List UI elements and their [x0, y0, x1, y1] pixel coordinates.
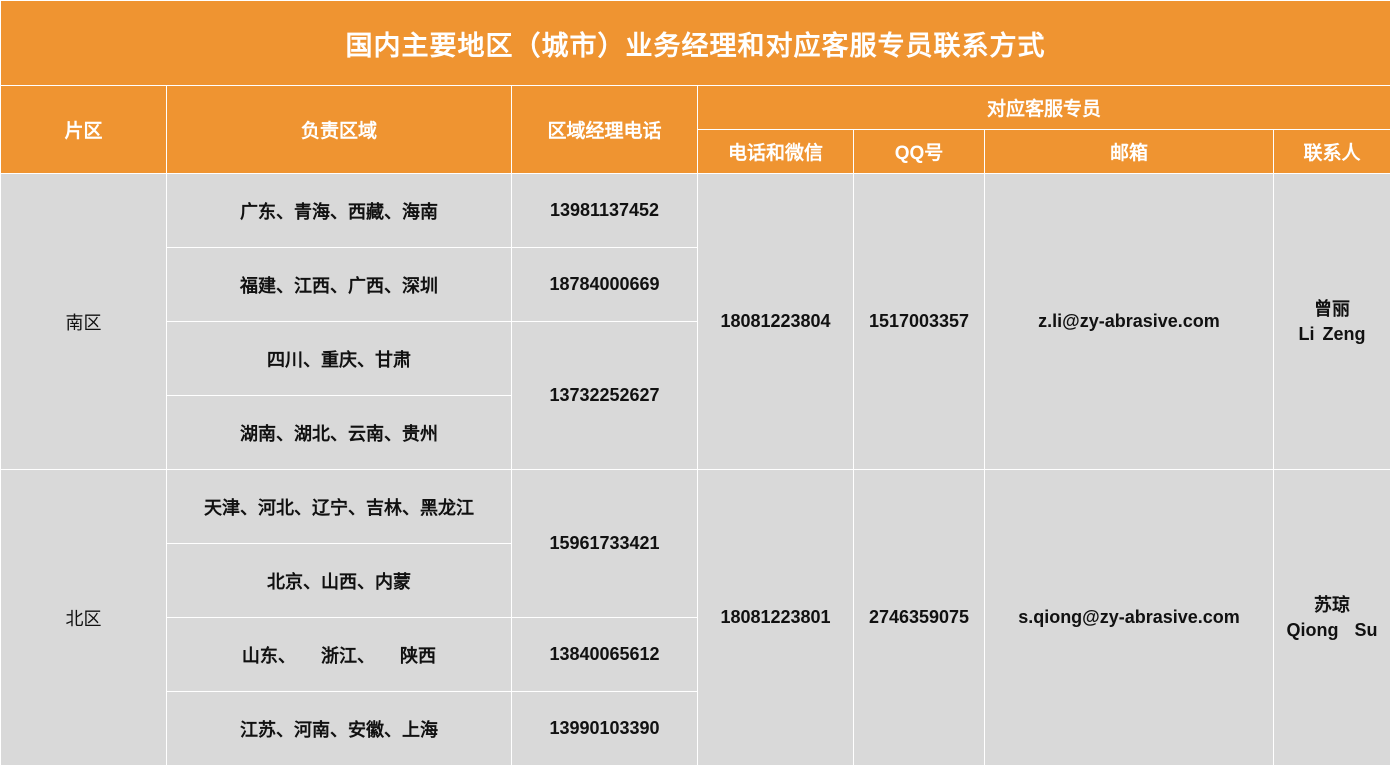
header-qq-suffix: 号 [924, 142, 944, 164]
contact-name-cn: 曾丽 [1314, 298, 1350, 320]
area-cell: 湖南、湖北、云南、贵州 [166, 395, 512, 470]
area-cell: 福建、江西、广西、深圳 [166, 247, 512, 322]
contact-name-en: Li Zeng [1298, 323, 1366, 344]
header-manager-phone: 区域经理电话 [511, 85, 698, 174]
header-area: 负责区域 [166, 85, 512, 174]
area-cell: 天津、河北、辽宁、吉林、黑龙江 [166, 469, 512, 544]
contact-name-en: Qiong Su [1286, 619, 1378, 640]
manager-phone: 18784000669 [511, 247, 698, 322]
contact-name-cn: 苏琼 [1314, 594, 1350, 616]
contact-table: 国内主要地区（城市）业务经理和对应客服专员联系方式 片区 负责区域 区域经理电话… [0, 0, 1390, 766]
area-cell: 江苏、河南、安徽、上海 [166, 691, 512, 766]
manager-phone: 13840065612 [511, 617, 698, 692]
area-cell: 四川、重庆、甘肃 [166, 321, 512, 396]
header-qq-prefix: QQ [894, 143, 925, 164]
header-phone-wechat: 电话和微信 [697, 129, 854, 174]
phone-wechat: 18081223804 [697, 173, 854, 470]
contact-person: 苏琼 Qiong Su [1272, 469, 1390, 766]
header-contact: 联系人 [1272, 129, 1390, 174]
phone-wechat: 18081223801 [697, 469, 854, 766]
table-row: 北区 天津、河北、辽宁、吉林、黑龙江 15961733421 180812238… [0, 469, 1390, 766]
qq-number: 1517003357 [853, 173, 985, 470]
manager-phone: 15961733421 [511, 469, 698, 618]
contact-person: 曾丽 Li Zeng [1272, 173, 1390, 470]
manager-phone: 13732252627 [511, 321, 698, 470]
region-north: 北区 [0, 469, 167, 766]
email-address[interactable]: s.qiong@zy-abrasive.com [984, 469, 1274, 766]
page-title: 国内主要地区（城市）业务经理和对应客服专员联系方式 [0, 0, 1390, 86]
email-address[interactable]: z.li@zy-abrasive.com [984, 173, 1274, 470]
table-row: 南区 广东、青海、西藏、海南 13981137452 18081223804 1… [0, 173, 1390, 470]
header-email: 邮箱 [984, 129, 1274, 174]
header-qq: QQ号 [853, 129, 985, 174]
manager-phone: 13990103390 [511, 691, 698, 766]
qq-number: 2746359075 [853, 469, 985, 766]
manager-phone: 13981137452 [511, 173, 698, 248]
area-cell: 山东、 浙江、 陕西 [166, 617, 512, 692]
area-cell: 广东、青海、西藏、海南 [166, 173, 512, 248]
area-cell: 北京、山西、内蒙 [166, 543, 512, 618]
region-south: 南区 [0, 173, 167, 470]
header-service-group: 对应客服专员 [696, 85, 1390, 130]
header-region: 片区 [0, 85, 167, 174]
